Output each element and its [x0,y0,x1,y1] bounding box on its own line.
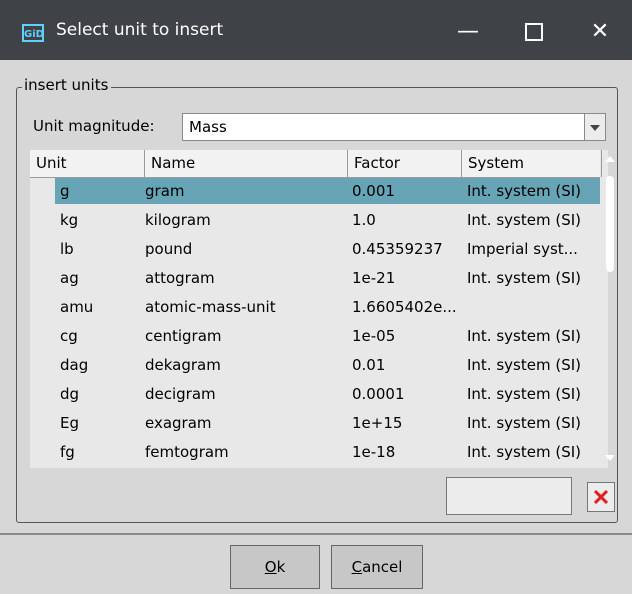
cell-unit: fg [60,443,75,461]
cell-name: dekagram [145,356,221,374]
cell-unit: cg [60,327,78,345]
cell-factor: 1e-05 [352,327,396,345]
cell-unit: dg [60,385,80,403]
cell-factor: 1.6605402e... [352,298,457,316]
maximize-icon[interactable] [512,14,556,50]
scroll-up-icon[interactable] [600,150,620,168]
cell-system: Int. system (SI) [467,211,581,229]
cell-system: Int. system (SI) [467,385,581,403]
cell-factor: 1e-21 [352,269,396,287]
cell-name: gram [145,182,185,200]
unit-magnitude-select[interactable]: Mass [182,113,606,141]
cell-name: kilogram [145,211,211,229]
cell-factor: 0.001 [352,182,395,200]
column-header-unit[interactable]: Unit [30,150,145,177]
table-row[interactable]: dg decigram 0.0001 Int. system (SI) [55,381,600,407]
button-separator [0,533,632,535]
cell-factor: 0.0001 [352,385,405,403]
column-header-system[interactable]: System [462,150,602,177]
filter-input[interactable] [446,477,572,515]
cancel-button[interactable]: Cancel [331,545,423,589]
select-unit-dialog: GiD Select unit to insert — ✕ insert uni… [0,0,632,594]
cell-factor: 0.45359237 [352,240,443,258]
cell-system: Int. system (SI) [467,443,581,461]
table-row[interactable]: kg kilogram 1.0 Int. system (SI) [55,207,600,233]
cell-name: decigram [145,385,216,403]
close-icon[interactable]: ✕ [578,14,622,50]
clear-x-icon [594,490,608,504]
ok-button[interactable]: Ok [230,545,320,589]
column-header-name[interactable]: Name [145,150,348,177]
cell-unit: kg [60,211,79,229]
cell-unit: g [60,182,70,200]
group-label: insert units [22,76,112,94]
cell-name: atomic-mass-unit [145,298,276,316]
cancel-mnemonic: C [351,558,363,576]
title-bar[interactable]: GiD Select unit to insert — ✕ [0,0,632,60]
cell-factor: 0.01 [352,356,386,374]
cell-unit: lb [60,240,74,258]
ok-label-rest: k [276,558,286,576]
table-row[interactable]: dag dekagram 0.01 Int. system (SI) [55,352,600,378]
units-table: Unit Name Factor System g gram 0.001 Int. s… [30,150,608,468]
cell-factor: 1e-18 [352,443,396,461]
table-row[interactable]: fg femtogram 1e-18 Int. system (SI) [55,439,600,465]
cancel-label-rest: ancel [362,558,403,576]
cell-name: femtogram [145,443,229,461]
cell-name: attogram [145,269,215,287]
column-header-factor[interactable]: Factor [348,150,462,177]
cell-name: centigram [145,327,222,345]
cell-system: Int. system (SI) [467,327,581,345]
cell-factor: 1.0 [352,211,376,229]
table-row[interactable]: Eg exagram 1e+15 Int. system (SI) [55,410,600,436]
table-row[interactable]: ag attogram 1e-21 Int. system (SI) [55,265,600,291]
scroll-down-icon[interactable] [600,449,620,467]
window-title: Select unit to insert [56,20,224,40]
table-header: Unit Name Factor System [30,150,602,178]
gid-app-icon: GiD [22,24,44,42]
minimize-icon[interactable]: — [446,14,490,50]
cell-system: Int. system (SI) [467,269,581,287]
cell-system: Int. system (SI) [467,182,581,200]
table-row[interactable]: cg centigram 1e-05 Int. system (SI) [55,323,600,349]
cell-factor: 1e+15 [352,414,403,432]
table-row[interactable]: g gram 0.001 Int. system (SI) [55,178,600,204]
clear-filter-button[interactable] [587,482,615,512]
cell-system: Int. system (SI) [467,356,581,374]
chevron-down-icon[interactable] [584,114,605,140]
cell-name: exagram [145,414,212,432]
cell-unit: Eg [60,414,79,432]
unit-magnitude-value: Mass [189,118,227,136]
ok-mnemonic: O [264,558,277,576]
cell-system: Int. system (SI) [467,414,581,432]
cell-unit: dag [60,356,89,374]
table-row[interactable]: lb pound 0.45359237 Imperial syst... [55,236,600,262]
table-row[interactable]: amu atomic-mass-unit 1.6605402e... [55,294,600,320]
cell-unit: ag [60,269,79,287]
cell-system [467,294,600,320]
scrollbar-thumb[interactable] [606,176,614,272]
cell-name: pound [145,240,193,258]
cell-unit: amu [60,298,94,316]
cell-system: Imperial syst... [467,240,578,258]
unit-magnitude-label: Unit magnitude: [33,117,155,135]
